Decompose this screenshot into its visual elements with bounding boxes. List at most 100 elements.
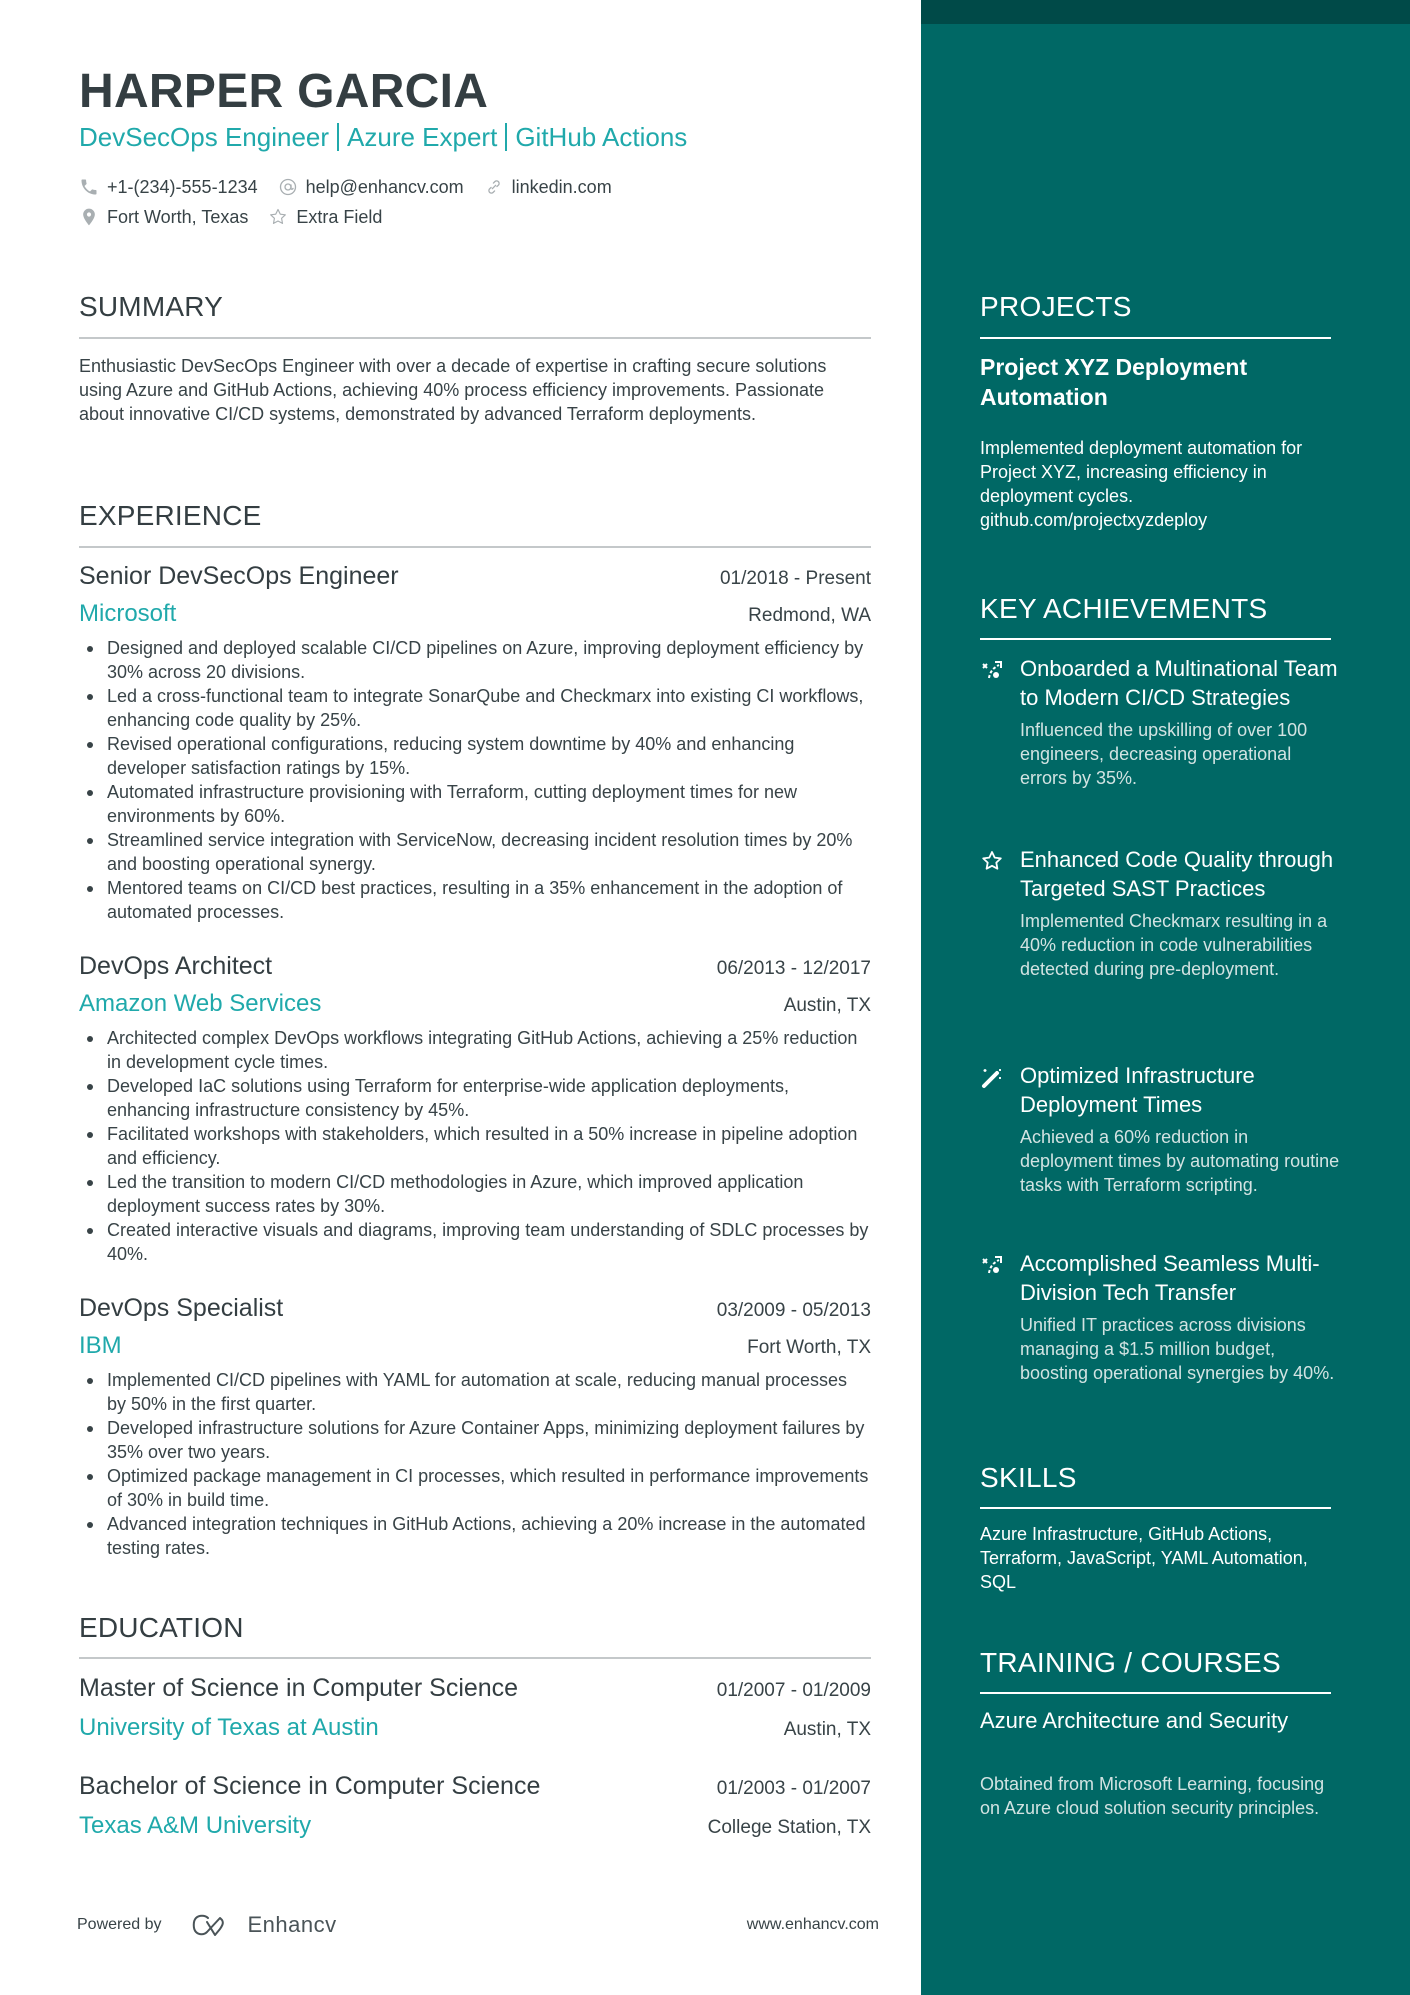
- star-icon: [270, 208, 287, 224]
- job-bullet: Implemented CI/CD pipelines with YAML fo…: [79, 1368, 871, 1416]
- job-bullet: Streamlined service integration with Ser…: [79, 828, 871, 876]
- project-summary: Implemented deployment automation for Pr…: [980, 438, 1303, 506]
- phone-text: +1-(234)-555-1234: [107, 176, 258, 197]
- achievement-description: Influenced the upskilling of over 100 en…: [1020, 720, 1308, 788]
- website-link[interactable]: www.enhancv.com: [747, 1916, 879, 1934]
- section-divider: [79, 1657, 871, 1659]
- link-text: linkedin.com: [511, 176, 612, 197]
- contact-info: +1-(234)-555-1234 help@enhancv.com linke…: [79, 172, 632, 232]
- at-icon: [279, 178, 296, 196]
- enhancv-logo[interactable]: Enhancv: [190, 1912, 337, 1938]
- achievement-description: Achieved a 60% reduction in deployment t…: [1020, 1127, 1340, 1195]
- job-bullet: Created interactive visuals and diagrams…: [79, 1218, 871, 1266]
- job-bullet: Developed infrastructure solutions for A…: [79, 1416, 871, 1464]
- achievement-item: Accomplished Seamless Multi-Division Tec…: [980, 1249, 1340, 1385]
- education-dates: 01/2003 - 01/2007: [716, 1778, 871, 1799]
- education-location: College Station, TX: [707, 1817, 871, 1838]
- job-location: Redmond, WA: [748, 605, 871, 626]
- sidebar-top-band: [921, 0, 1410, 24]
- job-bullets: Designed and deployed scalable CI/CD pip…: [79, 636, 871, 924]
- achievement-title: Onboarded a Multinational Team to Modern…: [1020, 656, 1338, 710]
- education-dates: 01/2007 - 01/2009: [716, 1680, 871, 1701]
- project-description: Implemented deployment automation for Pr…: [980, 436, 1331, 532]
- section-divider: [980, 337, 1331, 339]
- enhancv-brand: Enhancv: [247, 1912, 337, 1937]
- candidate-name: HARPER GARCIA: [79, 65, 489, 118]
- job-bullets: Architected complex DevOps workflows int…: [79, 1026, 871, 1266]
- headline-divider: [505, 123, 508, 151]
- phone-icon: [81, 179, 97, 195]
- location-text: Fort Worth, Texas: [107, 206, 249, 227]
- job-bullet: Developed IaC solutions using Terraform …: [79, 1074, 871, 1122]
- section-divider: [79, 337, 871, 339]
- job-company: Amazon Web Services: [79, 990, 322, 1017]
- job-dates: 06/2013 - 12/2017: [716, 958, 871, 979]
- sidebar: PROJECTS Project XYZ Deployment Automati…: [921, 0, 1410, 1995]
- job-bullet: Automated infrastructure provisioning wi…: [79, 780, 871, 828]
- job-entry: Senior DevSecOps Engineer 01/2018 - Pres…: [79, 558, 871, 924]
- contact-phone[interactable]: +1-(234)-555-1234: [79, 177, 258, 198]
- section-divider: [980, 1692, 1331, 1694]
- job-bullets: Implemented CI/CD pipelines with YAML fo…: [79, 1368, 871, 1560]
- job-title: DevOps Architect: [79, 952, 273, 980]
- job-entry: DevOps Specialist 03/2009 - 05/2013 IBM …: [79, 1290, 871, 1560]
- achievement-title: Optimized Infrastructure Deployment Time…: [1020, 1063, 1255, 1117]
- education-degree: Bachelor of Science in Computer Science: [79, 1772, 541, 1800]
- achievement-title: Enhanced Code Quality through Targeted S…: [1020, 847, 1334, 901]
- job-bullet: Designed and deployed scalable CI/CD pip…: [79, 636, 871, 684]
- headline: DevSecOps Engineer Azure Expert GitHub Act…: [79, 120, 687, 154]
- job-bullet: Mentored teams on CI/CD best practices, …: [79, 876, 871, 924]
- headline-divider: [337, 123, 340, 151]
- education-title: EDUCATION: [79, 1612, 244, 1643]
- education-entry: Master of Science in Computer Science 01…: [79, 1668, 871, 1748]
- contact-email[interactable]: help@enhancv.com: [278, 177, 464, 198]
- footer: Powered by Enhancv www.enhancv.com: [77, 1912, 879, 1938]
- job-location: Austin, TX: [783, 995, 871, 1016]
- job-bullet: Advanced integration techniques in GitHu…: [79, 1512, 871, 1560]
- education-school: University of Texas at Austin: [79, 1714, 379, 1741]
- education-degree: Master of Science in Computer Science: [79, 1674, 519, 1702]
- job-title: DevOps Specialist: [79, 1294, 284, 1322]
- extra-text: Extra Field: [296, 206, 383, 227]
- job-bullet: Led the transition to modern CI/CD metho…: [79, 1170, 871, 1218]
- job-location: Fort Worth, TX: [747, 1337, 871, 1358]
- job-dates: 03/2009 - 05/2013: [716, 1300, 871, 1321]
- job-title: Senior DevSecOps Engineer: [79, 562, 399, 590]
- email-text: help@enhancv.com: [305, 176, 464, 197]
- job-company: Microsoft: [79, 600, 177, 627]
- training-title: TRAINING / COURSES: [980, 1647, 1281, 1678]
- main-column: HARPER GARCIA DevSecOps Engineer Azure Ex…: [0, 0, 921, 1995]
- job-bullet: Facilitated workshops with stakeholders,…: [79, 1122, 871, 1170]
- skills-title: SKILLS: [980, 1462, 1077, 1493]
- project-link[interactable]: github.com/projectxyzdeploy: [980, 508, 1331, 532]
- strategy-arrow-icon: [980, 1249, 1020, 1307]
- magic-wand-icon: [980, 1061, 1020, 1119]
- location-pin-icon: [83, 208, 95, 226]
- contact-link[interactable]: linkedin.com: [484, 177, 612, 198]
- job-bullet: Led a cross-functional team to integrate…: [79, 684, 871, 732]
- section-divider: [980, 1507, 1331, 1509]
- summary-text: Enthusiastic DevSecOps Engineer with ove…: [79, 356, 827, 424]
- headline-tool: GitHub Actions: [515, 122, 688, 152]
- contact-location: Fort Worth, Texas: [79, 207, 248, 228]
- education-school: Texas A&M University: [79, 1812, 312, 1839]
- enhancv-logo-icon: [192, 1914, 224, 1936]
- star-icon: [980, 845, 1020, 903]
- education-location: Austin, TX: [783, 1719, 871, 1740]
- job-company: IBM: [79, 1332, 122, 1359]
- course-description: Obtained from Microsoft Learning, focusi…: [980, 1774, 1325, 1818]
- achievement-item: Optimized Infrastructure Deployment Time…: [980, 1061, 1340, 1197]
- headline-role: DevSecOps Engineer: [79, 122, 330, 152]
- headline-expertise: Azure Expert: [347, 122, 498, 152]
- achievement-description: Unified IT practices across divisions ma…: [1020, 1315, 1335, 1383]
- skills-list: Azure Infrastructure, GitHub Actions, Te…: [980, 1524, 1308, 1592]
- powered-by: Powered by Enhancv: [77, 1912, 337, 1938]
- section-divider: [980, 638, 1331, 640]
- achievement-item: Onboarded a Multinational Team to Modern…: [980, 654, 1340, 790]
- achievements-title: KEY ACHIEVEMENTS: [980, 593, 1268, 624]
- summary-title: SUMMARY: [79, 291, 224, 322]
- education-entry: Bachelor of Science in Computer Science …: [79, 1766, 871, 1846]
- project-title: Project XYZ Deployment Automation: [980, 354, 1248, 410]
- job-entry: DevOps Architect 06/2013 - 12/2017 Amazo…: [79, 948, 871, 1266]
- strategy-arrow-icon: [980, 654, 1020, 712]
